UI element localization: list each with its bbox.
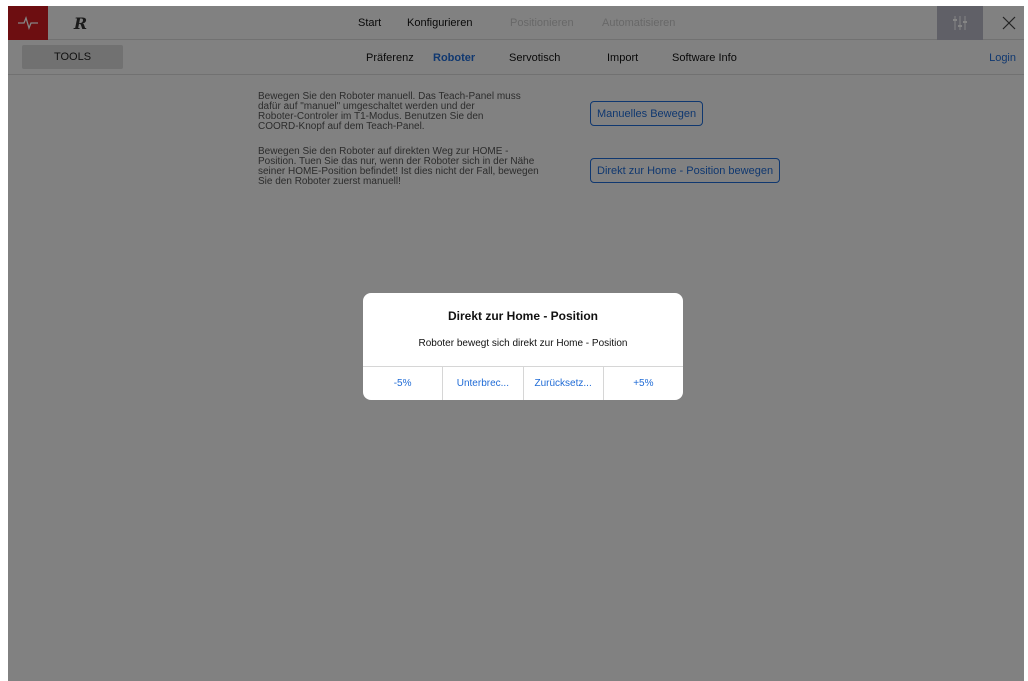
dialog-message: Roboter bewegt sich direkt zur Home - Po… (418, 338, 628, 349)
dialog-title: Direkt zur Home - Position (447, 309, 599, 323)
reset-button[interactable]: Zurücksetz... (524, 367, 604, 400)
dialog-button-row: -5% Unterbrec... Zurücksetz... +5% (363, 366, 683, 400)
increase-speed-button[interactable]: +5% (604, 367, 683, 400)
decrease-speed-button[interactable]: -5% (363, 367, 444, 400)
app-window: R Start Konfigurieren Positionieren Auto… (8, 6, 1024, 681)
interrupt-button[interactable]: Unterbrec... (443, 367, 524, 400)
home-position-dialog: Direkt zur Home - Position Roboter beweg… (363, 293, 683, 400)
